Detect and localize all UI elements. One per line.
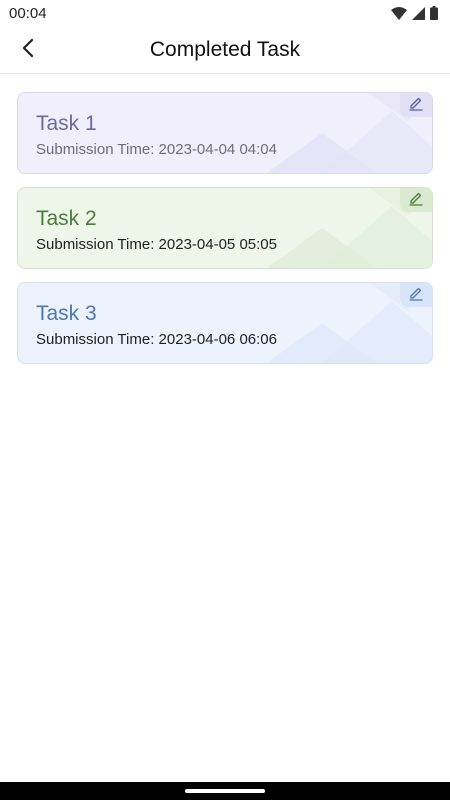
- edit-button[interactable]: [400, 188, 432, 212]
- task-card[interactable]: Task 2 Submission Time: 2023-04-05 05:05: [17, 187, 433, 269]
- page-title: Completed Task: [149, 38, 301, 61]
- task-card[interactable]: Task 3 Submission Time: 2023-04-06 06:06: [17, 282, 433, 364]
- home-handle[interactable]: [185, 789, 265, 793]
- task-title: Task 2: [36, 207, 97, 230]
- pencil-icon: [408, 285, 424, 306]
- status-bar: 00:04: [0, 0, 450, 26]
- submission-time: Submission Time: 2023-04-05 05:05: [36, 236, 277, 253]
- pencil-icon: [408, 95, 424, 116]
- navigation-bar: [0, 782, 450, 800]
- task-title: Task 3: [36, 302, 97, 325]
- edit-button[interactable]: [400, 283, 432, 307]
- app-bar: Completed Task: [0, 26, 450, 74]
- status-time: 00:04: [9, 5, 47, 22]
- task-list: Task 1 Submission Time: 2023-04-04 04:04…: [17, 92, 433, 377]
- battery-icon: [430, 6, 438, 20]
- task-title: Task 1: [36, 112, 97, 135]
- submission-time: Submission Time: 2023-04-06 06:06: [36, 331, 277, 348]
- edit-button[interactable]: [400, 93, 432, 117]
- status-icons: [391, 6, 438, 20]
- wifi-icon: [391, 6, 407, 20]
- task-card[interactable]: Task 1 Submission Time: 2023-04-04 04:04: [17, 92, 433, 174]
- submission-time: Submission Time: 2023-04-04 04:04: [36, 141, 277, 158]
- pencil-icon: [408, 190, 424, 211]
- signal-icon: [412, 6, 425, 20]
